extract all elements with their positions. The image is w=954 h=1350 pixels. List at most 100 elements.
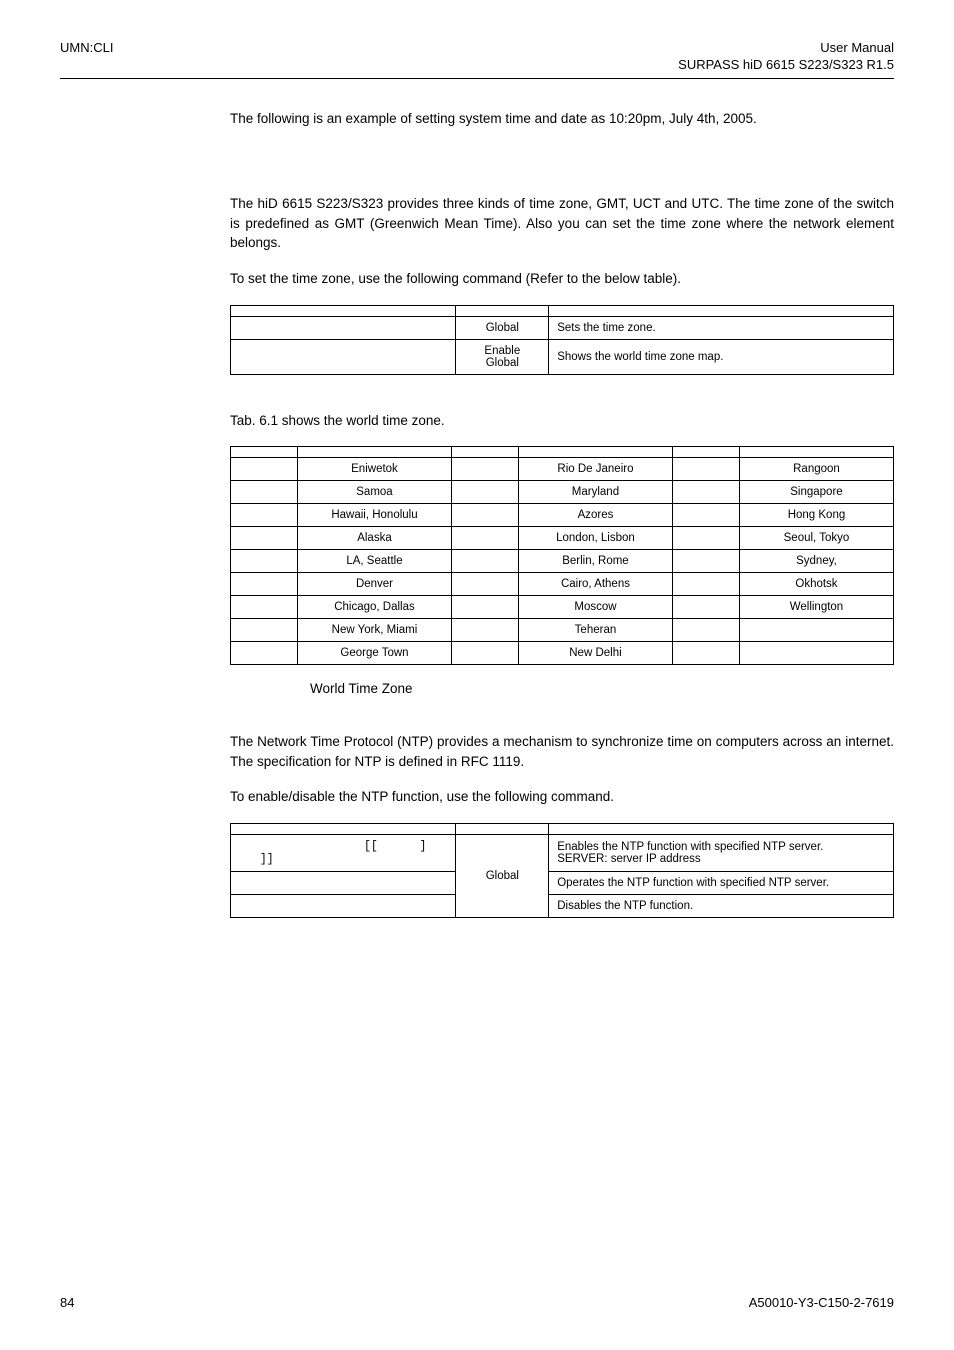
tz-intro-1: The hiD 6615 S223/S323 provides three ki…	[230, 194, 894, 253]
header-right-line2: SURPASS hiD 6615 S223/S323 R1.5	[678, 57, 894, 74]
cmd-cell	[231, 339, 456, 374]
table-row: George Town New Delhi	[231, 642, 894, 665]
tz-cell: Okhotsk	[739, 573, 893, 596]
tz-cell	[451, 481, 518, 504]
tz-cell: LA, Seattle	[297, 550, 451, 573]
tz-cell	[231, 573, 298, 596]
tz-cell	[231, 596, 298, 619]
table-row: [[] ]] Global Enables the NTP function w…	[231, 834, 894, 871]
tz-cell: Rio De Janeiro	[518, 458, 672, 481]
cmd-cell	[231, 316, 456, 339]
tz-cell: Eniwetok	[297, 458, 451, 481]
doc-id: A50010-Y3-C150-2-7619	[749, 1295, 894, 1310]
caption-label	[230, 681, 310, 696]
tz-cell: Teheran	[518, 619, 672, 642]
tz-cell	[231, 550, 298, 573]
th-city	[518, 447, 672, 458]
table-row: New York, Miami Teheran	[231, 619, 894, 642]
page-header: UMN:CLI User Manual SURPASS hiD 6615 S22…	[60, 40, 894, 79]
table-row: Global Sets the time zone.	[231, 316, 894, 339]
tz-cell	[231, 527, 298, 550]
th-gmt	[451, 447, 518, 458]
tz-cell: George Town	[297, 642, 451, 665]
tz-cell	[672, 458, 739, 481]
tz-cell: Rangoon	[739, 458, 893, 481]
tz-cell	[231, 481, 298, 504]
mode-cell: Global	[456, 834, 549, 917]
tz-cell: Sydney,	[739, 550, 893, 573]
desc-cell: Sets the time zone.	[549, 316, 894, 339]
header-right: User Manual SURPASS hiD 6615 S223/S323 R…	[678, 40, 894, 74]
desc-cell: Shows the world time zone map.	[549, 339, 894, 374]
cmd-cell	[231, 894, 456, 917]
cmd-cell: [[] ]]	[231, 834, 456, 871]
tz-cell: New York, Miami	[297, 619, 451, 642]
tz-cell	[451, 458, 518, 481]
main-content: The following is an example of setting s…	[230, 109, 894, 918]
table-row: DenverCairo, AthensOkhotsk	[231, 573, 894, 596]
caption-text: World Time Zone	[310, 681, 413, 696]
tz-cell	[451, 619, 518, 642]
th-city	[739, 447, 893, 458]
header-left: UMN:CLI	[60, 40, 113, 55]
page-number: 84	[60, 1295, 74, 1310]
tz-cell: Azores	[518, 504, 672, 527]
desc-cell: Operates the NTP function with specified…	[549, 871, 894, 894]
table-row: Disables the NTP function.	[231, 894, 894, 917]
ntp-table: [[] ]] Global Enables the NTP function w…	[230, 823, 894, 918]
ntp-para2: To enable/disable the NTP function, use …	[230, 787, 894, 807]
mode-cell: Global	[456, 316, 549, 339]
tz-cell	[451, 573, 518, 596]
tz-cell: Maryland	[518, 481, 672, 504]
table-row: Hawaii, Honolulu Azores Hong Kong	[231, 504, 894, 527]
th-description	[549, 305, 894, 316]
tz-cell	[672, 573, 739, 596]
table-row: Chicago, Dallas Moscow Wellington	[231, 596, 894, 619]
mode-cell: Enable Global	[456, 339, 549, 374]
tz-cell	[231, 619, 298, 642]
table-caption: World Time Zone	[230, 681, 894, 696]
tz-cell: New Delhi	[518, 642, 672, 665]
th-mode	[456, 305, 549, 316]
table-row: LA, Seattle Berlin, Rome Sydney,	[231, 550, 894, 573]
tz-cell	[672, 619, 739, 642]
tz-shows-line: Tab. 6.1 shows the world time zone.	[230, 411, 894, 431]
table-header-row	[231, 823, 894, 834]
tz-cell	[451, 596, 518, 619]
tz-cell: Berlin, Rome	[518, 550, 672, 573]
intro-example: The following is an example of setting s…	[230, 109, 894, 129]
ntp-para1: The Network Time Protocol (NTP) provides…	[230, 732, 894, 771]
tz-cell: Alaska	[297, 527, 451, 550]
th-description	[549, 823, 894, 834]
tz-cell: Denver	[297, 573, 451, 596]
tz-cell	[739, 619, 893, 642]
timezone-table: EniwetokRio De JaneiroRangoon SamoaMaryl…	[230, 446, 894, 665]
bracket: ]	[420, 840, 427, 853]
tz-cell: Seoul, Tokyo	[739, 527, 893, 550]
table-header-row	[231, 447, 894, 458]
table-row: Operates the NTP function with specified…	[231, 871, 894, 894]
tz-cell: Hong Kong	[739, 504, 893, 527]
th-gmt	[672, 447, 739, 458]
table-header-row	[231, 305, 894, 316]
tz-cell	[672, 504, 739, 527]
tz-cell: Chicago, Dallas	[297, 596, 451, 619]
tz-cell	[451, 550, 518, 573]
tz-cell	[672, 481, 739, 504]
header-right-line1: User Manual	[678, 40, 894, 57]
th-mode	[456, 823, 549, 834]
tz-cell	[451, 527, 518, 550]
desc-line: Enables the NTP function with specified …	[557, 841, 823, 853]
page-footer: 84 A50010-Y3-C150-2-7619	[60, 1295, 894, 1310]
tz-cell: Wellington	[739, 596, 893, 619]
tz-cell	[739, 642, 893, 665]
tz-cell	[672, 596, 739, 619]
tz-cell: Moscow	[518, 596, 672, 619]
table-row: Alaska London, Lisbon Seoul, Tokyo	[231, 527, 894, 550]
tz-cell: London, Lisbon	[518, 527, 672, 550]
cmd-cell	[231, 871, 456, 894]
desc-cell: Enables the NTP function with specified …	[549, 834, 894, 871]
tz-cell: Hawaii, Honolulu	[297, 504, 451, 527]
tz-cell	[672, 527, 739, 550]
table-row: Enable Global Shows the world time zone …	[231, 339, 894, 374]
